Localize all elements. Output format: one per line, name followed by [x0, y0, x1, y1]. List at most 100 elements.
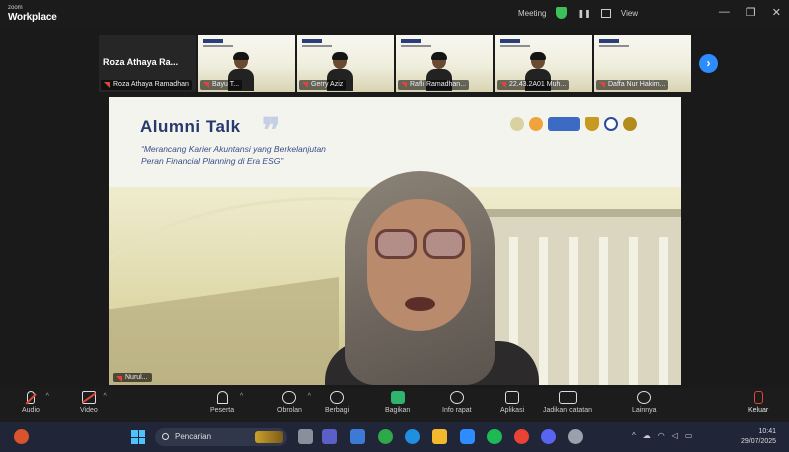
- leave-button[interactable]: Keluar: [748, 391, 768, 414]
- participant-tile[interactable]: Daffa Nur Hakim...: [594, 35, 691, 92]
- participant-tile[interactable]: 22.43.2A01 Muh...: [495, 35, 592, 92]
- more-button[interactable]: Lainnya: [632, 391, 657, 414]
- speaker-figure: [325, 171, 539, 385]
- view-icon[interactable]: [600, 8, 611, 18]
- apps-icon: [505, 391, 520, 404]
- windows-start-icon[interactable]: [131, 430, 145, 444]
- system-tray: ^ ☁ ◠ ◁ ▭: [632, 431, 692, 440]
- discord-icon[interactable]: [541, 429, 556, 444]
- teams-icon[interactable]: [322, 429, 337, 444]
- chat-button[interactable]: Obrolan ^: [277, 391, 311, 414]
- meeting-info-button[interactable]: Info rapat: [442, 391, 472, 414]
- slide-subtitle-line-1: “Merancang Karier Akuntansi yang Berkela…: [141, 144, 326, 154]
- audio-button[interactable]: Audio ^: [22, 391, 49, 414]
- view-label[interactable]: View: [621, 9, 638, 18]
- active-speaker-video[interactable]: Alumni Talk ❞ “Merancang Karier Akuntans…: [109, 97, 681, 385]
- chat-icon: [282, 391, 297, 404]
- participants-icon: [216, 391, 228, 404]
- participant-tile[interactable]: Roza Athaya Ra... Roza Athaya Ramadhan: [99, 35, 196, 92]
- title-center: Meeting ❚❚ View: [518, 7, 638, 19]
- participant-tile[interactable]: Rafli Ramadhan...: [396, 35, 493, 92]
- participant-label: Roza Athaya Ramadhan: [101, 80, 192, 90]
- wifi-icon[interactable]: ◠: [658, 431, 665, 440]
- zoom-logo: zoom Workplace: [8, 4, 57, 23]
- reactions-button[interactable]: Berbagi: [325, 391, 349, 414]
- participant-label: Daffa Nur Hakim...: [596, 80, 669, 90]
- partner-logos: [510, 117, 637, 131]
- microphone-muted-icon: [26, 391, 35, 404]
- windows-taskbar: Pencarian ^ ☁ ◠ ◁ ▭ 10:41 29/07/2025: [0, 422, 789, 452]
- store-icon[interactable]: [350, 429, 365, 444]
- chrome-icon[interactable]: [378, 429, 393, 444]
- more-label: Lainnya: [632, 407, 657, 414]
- chrome-profile-icon[interactable]: [514, 429, 529, 444]
- volume-icon[interactable]: ◁: [672, 431, 678, 440]
- search-icon: [162, 433, 169, 440]
- audio-options-chevron-icon[interactable]: ^: [46, 393, 49, 400]
- minimize-icon[interactable]: —: [719, 6, 730, 19]
- heart-icon: [330, 391, 345, 404]
- video-button[interactable]: Video ^: [80, 391, 107, 414]
- participant-tile[interactable]: Gerry Aziz: [297, 35, 394, 92]
- participants-button[interactable]: Peserta ^: [210, 391, 243, 414]
- meeting-toolbar: Audio ^ Video ^ Peserta ^ Obrolan ^ Berb…: [0, 388, 789, 422]
- title-bar: zoom Workplace Meeting ❚❚ View — ❐ ✕: [0, 0, 789, 28]
- search-highlight-icon: [255, 431, 283, 443]
- notes-icon: [558, 391, 577, 404]
- chat-label: Obrolan: [277, 407, 302, 414]
- next-page-arrow-icon[interactable]: ›: [699, 54, 718, 73]
- share-screen-icon: [390, 391, 405, 404]
- clock-date: 29/07/2025: [741, 438, 777, 445]
- maximize-icon[interactable]: ❐: [746, 6, 756, 19]
- slide-title: Alumni Talk: [140, 117, 241, 136]
- zoom-taskbar-icon[interactable]: [460, 429, 475, 444]
- task-view-icon[interactable]: [298, 429, 313, 444]
- participant-tile[interactable]: Bayu T...: [198, 35, 295, 92]
- taskbar-clock[interactable]: 10:41 29/07/2025: [741, 427, 776, 447]
- leave-label: Keluar: [748, 407, 769, 414]
- partner-logo-icon: [623, 117, 637, 131]
- camera-off-icon: [81, 391, 96, 404]
- notes-label: Jadikan catatan: [543, 407, 593, 414]
- audio-label: Audio: [22, 407, 40, 414]
- edge-icon[interactable]: [405, 429, 420, 444]
- info-icon: [449, 391, 464, 404]
- partner-logo-icon: [510, 117, 524, 131]
- apps-label: Aplikasi: [500, 407, 525, 414]
- shield-icon[interactable]: [556, 7, 568, 19]
- apps-button[interactable]: Aplikasi: [500, 391, 524, 414]
- meeting-status-text: Meeting: [518, 8, 547, 18]
- spotify-icon[interactable]: [487, 429, 502, 444]
- participants-label: Peserta: [210, 407, 235, 414]
- battery-icon[interactable]: ▭: [685, 431, 693, 440]
- tray-overflow-chevron-icon[interactable]: ^: [632, 431, 636, 440]
- leave-icon: [753, 391, 763, 404]
- share-button[interactable]: Bagikan: [385, 391, 410, 414]
- participant-label: 22.43.2A01 Muh...: [497, 80, 570, 90]
- participant-gallery: Roza Athaya Ra... Roza Athaya Ramadhan B…: [99, 35, 691, 92]
- close-icon[interactable]: ✕: [772, 6, 781, 19]
- cloud-icon[interactable]: ☁: [643, 431, 651, 440]
- reactions-label: Berbagi: [325, 407, 350, 414]
- video-options-chevron-icon[interactable]: ^: [103, 393, 106, 400]
- share-label: Bagikan: [385, 407, 411, 414]
- partner-logo-icon: [529, 117, 543, 131]
- participant-display-name: Roza Athaya Ra...: [103, 57, 179, 67]
- window-controls: — ❐ ✕: [719, 6, 781, 19]
- pause-icon[interactable]: ❚❚: [577, 9, 590, 18]
- chat-chevron-icon[interactable]: ^: [308, 393, 311, 400]
- taskbar-search[interactable]: Pencarian: [155, 428, 287, 446]
- participant-label: Bayu T...: [200, 80, 243, 90]
- notes-button[interactable]: Jadikan catatan: [543, 391, 592, 414]
- participants-chevron-icon[interactable]: ^: [240, 393, 243, 400]
- slide-subtitle-line-2: Peran Financial Planning di Era ESG”: [141, 156, 284, 166]
- partner-logo-icon: [604, 117, 618, 131]
- settings-gear-icon[interactable]: [568, 429, 583, 444]
- speaker-name-label: Nurul...: [113, 373, 152, 382]
- logo-line-2: Workplace: [8, 12, 57, 23]
- weather-icon[interactable]: [14, 429, 29, 444]
- partner-logo-icon: [585, 117, 599, 131]
- partner-logo-icon: [548, 117, 580, 131]
- meeting-info-label: Info rapat: [442, 407, 472, 414]
- file-explorer-icon[interactable]: [432, 429, 447, 444]
